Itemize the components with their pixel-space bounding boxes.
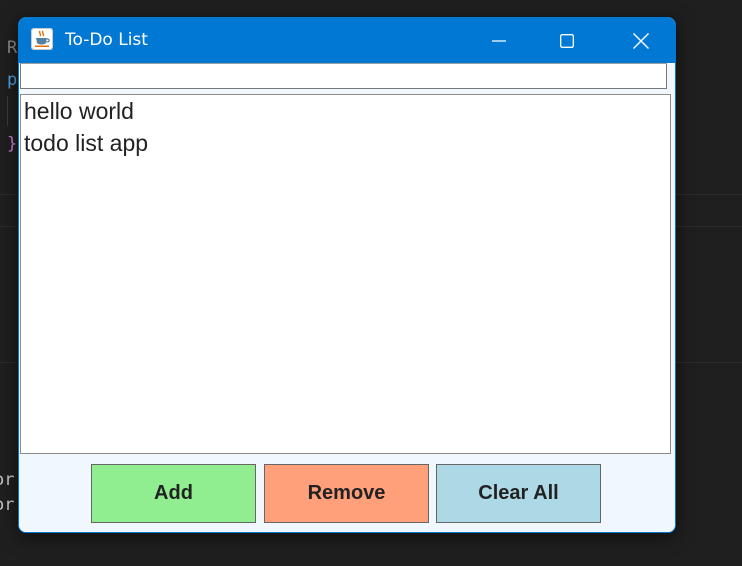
window-title: To-Do List	[65, 30, 148, 50]
list-item[interactable]: hello world	[24, 96, 134, 126]
close-button[interactable]	[607, 18, 675, 63]
background-editor-text: p	[7, 70, 18, 90]
background-editor-text: }	[7, 134, 18, 154]
todo-window: To-Do List hello world todo list app Add…	[18, 17, 676, 533]
task-input[interactable]	[20, 63, 667, 89]
todo-list[interactable]: hello world todo list app	[20, 94, 671, 454]
add-button[interactable]: Add	[91, 464, 256, 523]
background-terminal-text: or	[0, 495, 15, 515]
close-icon	[633, 32, 649, 49]
minimize-button[interactable]	[465, 18, 533, 63]
list-item[interactable]: todo list app	[24, 128, 148, 158]
clear-all-button[interactable]: Clear All	[436, 464, 601, 523]
maximize-icon	[560, 33, 574, 48]
button-panel: Add Remove Clear All	[19, 455, 675, 532]
maximize-button[interactable]	[533, 18, 601, 63]
minimize-icon	[492, 39, 506, 42]
java-coffee-cup-icon	[31, 28, 53, 50]
title-bar[interactable]: To-Do List	[19, 18, 675, 63]
background-editor-text: R	[7, 38, 18, 58]
background-editor-guide	[7, 96, 8, 126]
background-terminal-text: or	[0, 470, 15, 490]
remove-button[interactable]: Remove	[264, 464, 429, 523]
